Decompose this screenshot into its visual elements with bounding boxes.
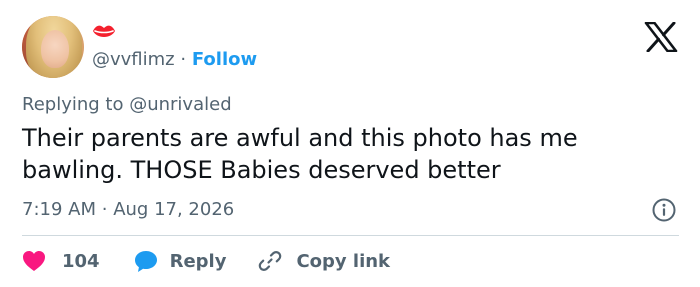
replying-to-line: Replying to @unrivaled [22, 94, 232, 116]
like-count: 104 [62, 250, 100, 272]
tweet-text: Their parents are awful and this photo h… [22, 124, 578, 184]
divider [22, 235, 679, 236]
copy-link-label: Copy link [296, 250, 391, 272]
info-icon[interactable] [651, 197, 677, 223]
action-bar: 104 Reply Copy link [22, 248, 390, 274]
link-icon [259, 251, 282, 271]
reply-label: Reply [169, 250, 227, 272]
time-separator: · [101, 199, 108, 220]
x-logo-icon[interactable] [644, 22, 678, 52]
heart-icon [23, 251, 45, 271]
chat-bubble-icon [134, 251, 157, 272]
avatar-face [41, 30, 69, 68]
avatar[interactable] [22, 16, 84, 78]
reply-button[interactable]: Reply [134, 249, 227, 273]
like-button[interactable]: 104 [22, 250, 100, 272]
replying-to-prefix: Replying to [22, 94, 124, 115]
user-handle[interactable]: @vvflimz [92, 49, 175, 70]
user-handle-row: @vvflimz · Follow [92, 49, 257, 71]
tweet-time: 7:19 AM [22, 199, 96, 220]
follow-button[interactable]: Follow [192, 49, 257, 70]
kiss-lips-icon [93, 25, 115, 37]
tweet-date: Aug 17, 2026 [113, 199, 235, 220]
replying-to-target[interactable]: @unrivaled [129, 94, 231, 115]
handle-separator: · [180, 49, 187, 70]
tweet-embed-card: @vvflimz · Follow Replying to @unrivaled… [0, 0, 700, 287]
timestamp[interactable]: 7:19 AM · Aug 17, 2026 [22, 199, 234, 221]
copy-link-button[interactable]: Copy link [258, 249, 390, 273]
